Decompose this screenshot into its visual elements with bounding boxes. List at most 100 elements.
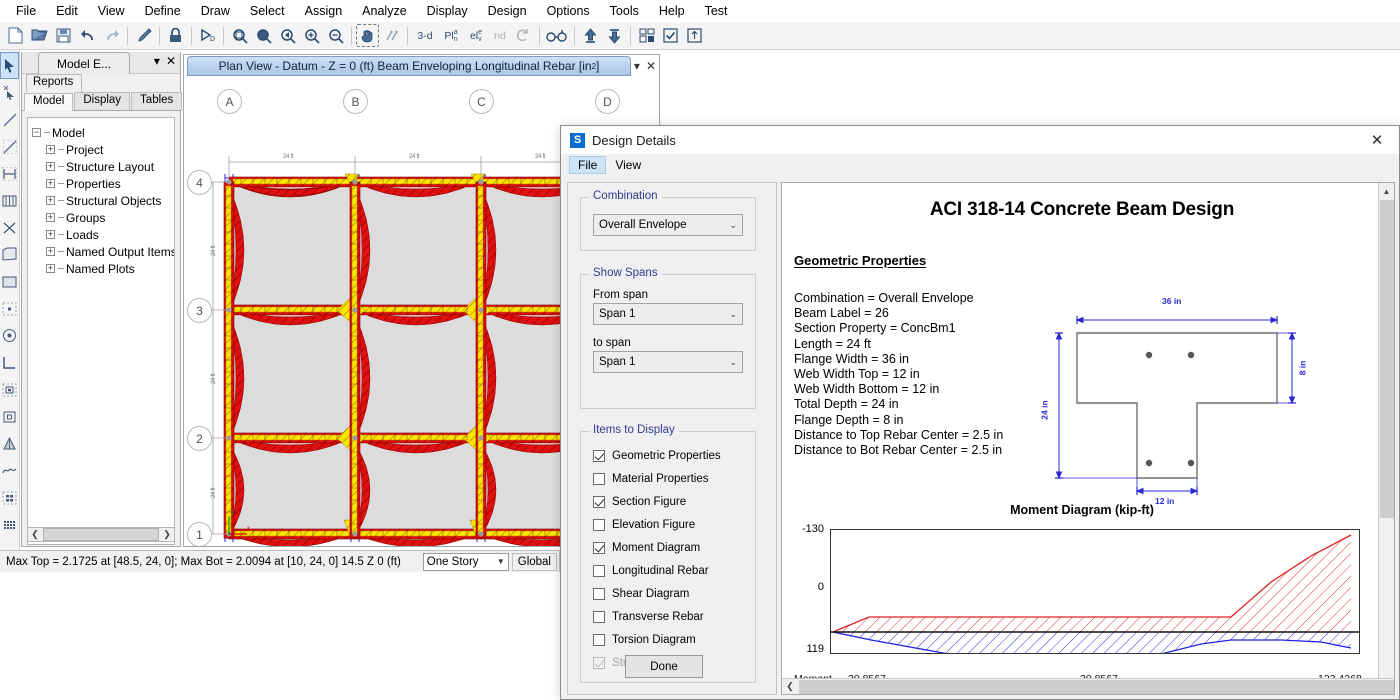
grid-label-3[interactable]: 3 [187,298,212,323]
draw-beam-icon[interactable] [0,160,19,187]
checkbox-row-longitudinal-rebar[interactable]: Longitudinal Rebar [593,559,755,582]
checkbox-row-shear-diagram[interactable]: Shear Diagram [593,582,755,605]
extrude-icon[interactable] [683,24,706,47]
menu-draw[interactable]: Draw [191,2,240,20]
menu-tools[interactable]: Tools [600,2,649,20]
menu-options[interactable]: Options [537,2,600,20]
draw-wave-icon[interactable] [0,457,19,484]
undo-icon[interactable] [76,24,99,47]
tree-node-named-output-items[interactable]: + Named Output Items [46,243,174,260]
from-span-select[interactable]: Span 1 ⌄ [593,303,743,325]
chevron-down-icon[interactable]: ▾ [634,59,640,73]
draw-dashed-line-icon[interactable] [0,133,19,160]
view-plan-button[interactable]: Pl a n [439,24,463,47]
measure-icon[interactable] [380,24,403,47]
grid-label-4[interactable]: 4 [187,170,212,195]
scroll-left-icon[interactable]: ❮ [28,529,42,540]
tree-expander-plus-icon[interactable]: + [46,162,55,171]
vertical-scrollbar-thumb[interactable] [1380,200,1394,518]
tree-node-loads[interactable]: + Loads [46,226,170,243]
draw-load-icon[interactable] [0,430,19,457]
combination-select[interactable]: Overall Envelope ⌄ [593,214,743,236]
redo-icon[interactable] [100,24,123,47]
chevron-down-icon[interactable]: ▾ [154,54,160,68]
story-selector[interactable]: One Story ▼ [422,552,509,571]
done-button[interactable]: Done [625,655,703,678]
report-vertical-scrollbar[interactable]: ▲ ▼ [1378,183,1394,692]
checkbox-row-elevation-figure[interactable]: Elevation Figure [593,513,755,536]
close-icon[interactable]: ✕ [1355,126,1399,154]
open-file-icon[interactable] [28,24,51,47]
checkbox-row-geometric-properties[interactable]: Geometric Properties [593,444,755,467]
tree-node-named-plots[interactable]: + Named Plots [46,260,170,277]
grid-label-B[interactable]: B [343,89,368,114]
tree-expander-plus-icon[interactable]: + [46,145,55,154]
menu-view[interactable]: View [88,2,135,20]
grid-label-D[interactable]: D [595,89,620,114]
pan-hand-icon[interactable] [356,24,379,47]
pointer-select-icon[interactable] [0,52,19,79]
move-down-icon[interactable] [603,24,626,47]
menu-help[interactable]: Help [649,2,695,20]
view-nd-button[interactable]: nd [489,24,511,47]
tree-expander-plus-icon[interactable]: + [46,264,55,273]
grid-label-A[interactable]: A [217,89,242,114]
move-up-icon[interactable] [579,24,602,47]
plan-view-titlebar[interactable]: Plan View - Datum - Z = 0 (ft) Beam Enve… [187,56,656,76]
draw-rect-area-icon[interactable] [0,268,19,295]
checkbox-row-material-properties[interactable]: Material Properties [593,467,755,490]
zoom-box-icon[interactable] [228,24,251,47]
tab-tables[interactable]: Tables [131,92,183,110]
tree-expander-plus-icon[interactable]: + [46,213,55,222]
tree-node-structure-layout[interactable]: + Structure Layout [46,158,170,175]
zoom-in-icon[interactable] [300,24,323,47]
menu-test[interactable]: Test [695,2,738,20]
tree-expander-plus-icon[interactable]: + [46,230,55,239]
close-icon[interactable]: ✕ [646,59,656,73]
grid-label-2[interactable]: 2 [187,426,212,451]
tree-node-groups[interactable]: + Groups [46,209,170,226]
save-icon[interactable] [52,24,75,47]
model-explorer-tab[interactable]: Model E... [38,52,130,74]
grid-label-C[interactable]: C [469,89,494,114]
tree-expander-plus-icon[interactable]: + [46,196,55,205]
tree-node-project[interactable]: + Project [46,141,170,158]
tree-node-model[interactable]: − Model [32,124,170,141]
menu-display[interactable]: Display [417,2,478,20]
checkbox-row-section-figure[interactable]: Section Figure [593,490,755,513]
menu-analyze[interactable]: Analyze [352,2,416,20]
report-horizontal-scrollbar[interactable]: ❮ ❯ [782,678,1394,694]
draw-point-icon[interactable] [0,295,19,322]
draw-line-icon[interactable] [0,106,19,133]
scroll-left-icon[interactable]: ❮ [782,681,798,692]
lock-icon[interactable] [164,24,187,47]
glasses-view-icon[interactable] [544,24,570,47]
checkbox-row-moment-diagram[interactable]: Moment Diagram [593,536,755,559]
menu-file[interactable]: File [6,2,46,20]
tree-node-structural-objects[interactable]: + Structural Objects [46,192,170,209]
checkbox-transverse-rebar[interactable] [593,610,605,623]
explorer-horizontal-scrollbar[interactable]: ❮ ❯ [27,527,175,542]
view-elevation-button[interactable]: el e v [464,24,488,47]
tab-display[interactable]: Display [74,92,131,110]
checkbox-row-transverse-rebar[interactable]: Transverse Rebar [593,605,755,628]
scrollbar-thumb[interactable] [43,528,159,541]
draw-corner-icon[interactable] [0,349,19,376]
dialog-titlebar[interactable]: S Design Details ✕ [561,126,1399,154]
draw-dense-mesh-icon[interactable] [0,511,19,538]
menu-design[interactable]: Design [478,2,537,20]
run-analysis-icon[interactable]: D [196,24,219,47]
draw-area-icon[interactable] [0,241,19,268]
draw-grid-beams-icon[interactable] [0,187,19,214]
checkbox-torsion-diagram[interactable] [593,633,605,646]
to-span-select[interactable]: Span 1 ⌄ [593,351,743,373]
draw-small-box-icon[interactable] [0,403,19,430]
checkbox-elevation-figure[interactable] [593,518,605,531]
coordinate-system-label[interactable]: Global [511,552,557,571]
draw-node-box-icon[interactable] [0,376,19,403]
select-all-icon[interactable] [635,24,658,47]
select-reshape-icon[interactable] [0,79,19,106]
scroll-up-icon[interactable]: ▲ [1379,183,1394,199]
dialog-menu-file[interactable]: File [569,156,607,174]
view-3d-button[interactable]: 3-d [412,24,438,47]
